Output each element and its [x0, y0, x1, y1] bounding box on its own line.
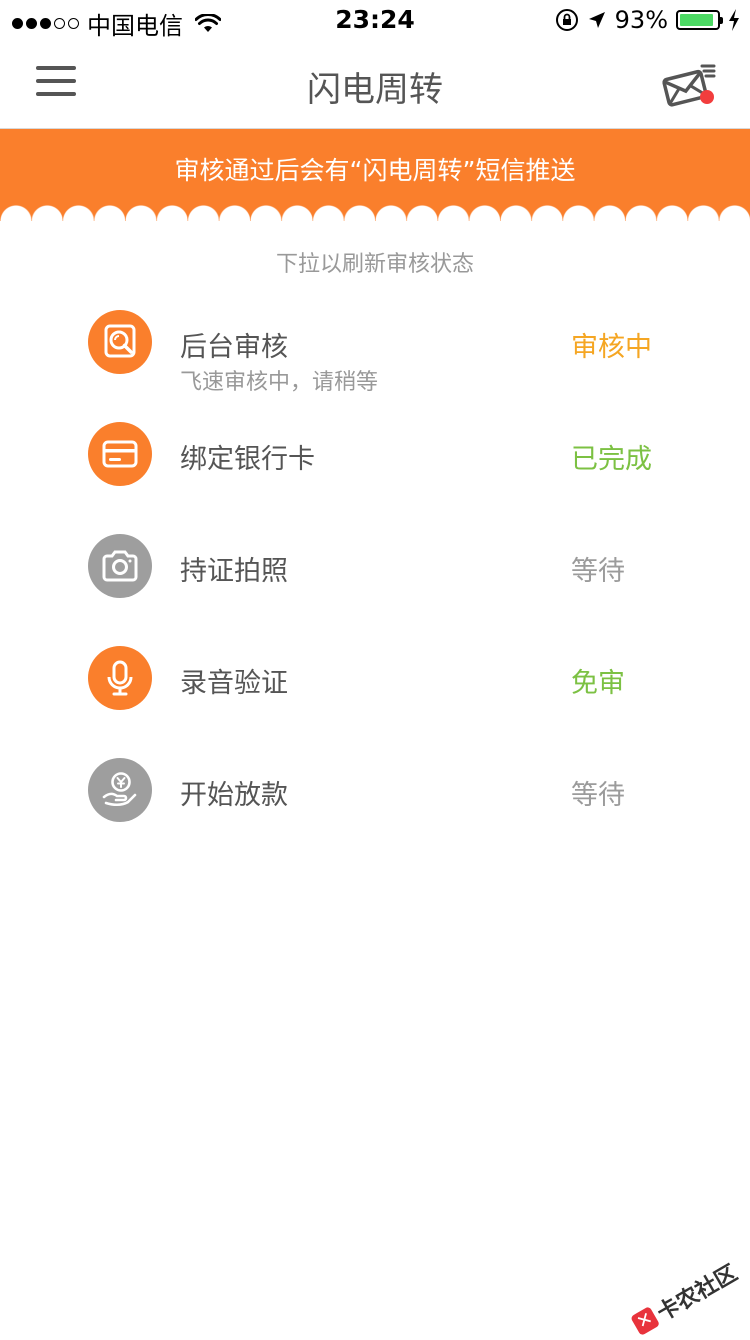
step-backend-review: 后台审核 飞速审核中，请稍等 审核中 [0, 310, 750, 395]
step-id-photo: 持证拍照 等待 [0, 534, 750, 614]
status-bar: 中国电信 23:24 93% [0, 0, 750, 40]
step-title: 持证拍照 [180, 556, 288, 587]
review-search-icon [88, 310, 152, 374]
location-arrow-icon [588, 12, 605, 28]
step-status: 等待 [571, 780, 625, 811]
step-status: 审核中 [571, 332, 652, 363]
step-title: 后台审核 [180, 332, 288, 363]
bank-card-icon [88, 422, 152, 486]
rotation-lock-icon [555, 9, 578, 31]
pull-to-refresh-hint: 下拉以刷新审核状态 [275, 252, 474, 277]
navigation-bar: 闪电周转 [0, 40, 750, 129]
step-bind-bank-card: 绑定银行卡 已完成 [0, 422, 750, 502]
step-status: 免审 [571, 668, 625, 699]
watermark: ✕ 卡农社区 [628, 1256, 743, 1340]
step-title: 录音验证 [180, 668, 288, 699]
step-status: 等待 [571, 556, 625, 587]
step-title: 开始放款 [180, 780, 288, 811]
battery-icon [676, 10, 723, 30]
battery-percent: 93% [614, 6, 668, 34]
microphone-icon [88, 646, 152, 710]
step-voice-verify: 录音验证 免审 [0, 646, 750, 726]
step-start-loan: 开始放款 等待 [0, 758, 750, 838]
step-subtitle: 飞速审核中，请稍等 [180, 370, 379, 395]
loan-yuan-icon [88, 758, 152, 822]
step-title: 绑定银行卡 [180, 444, 315, 475]
messages-button[interactable] [662, 62, 716, 108]
step-status: 已完成 [571, 444, 652, 475]
notice-banner: 审核通过后会有“闪电周转”短信推送 [0, 129, 750, 221]
banner-text: 审核通过后会有“闪电周转”短信推送 [174, 156, 576, 185]
status-bar-right: 93% [555, 6, 740, 34]
charging-bolt-icon [729, 9, 739, 31]
page-title: 闪电周转 [307, 70, 443, 110]
unread-badge-dot [700, 90, 714, 104]
watermark-text: 卡农社区 [653, 1260, 742, 1327]
camera-icon [88, 534, 152, 598]
